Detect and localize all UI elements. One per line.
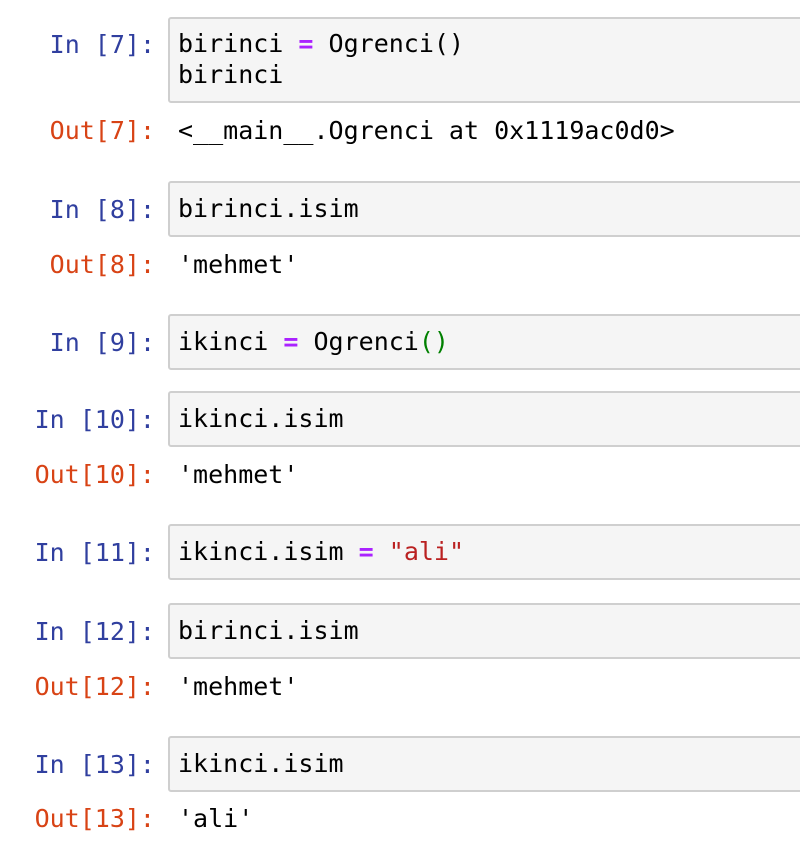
in-prompt: In [13]:	[34, 750, 155, 779]
in-prompt: In [12]:	[34, 617, 155, 646]
code-line: ikinci.isim	[178, 404, 344, 433]
code-line: birinci	[178, 60, 284, 89]
operator-token: =	[298, 29, 314, 58]
operator-token: =	[283, 327, 299, 356]
matched-parens: ()	[418, 327, 449, 356]
out-prompt: Out[10]:	[34, 460, 155, 489]
cell-output: <__main__.Ogrenci at 0x1119ac0d0>	[178, 116, 675, 145]
code-line: birinci.isim	[178, 194, 359, 223]
string-token: "ali"	[388, 537, 465, 566]
code-line: ikinci.isim = "ali"	[178, 537, 464, 567]
out-prompt: Out[12]:	[34, 672, 155, 701]
cell-output: 'ali'	[178, 804, 254, 833]
in-prompt: In [7]:	[49, 30, 155, 59]
code-token: ikinci	[178, 327, 269, 356]
cell-output: 'mehmet'	[178, 250, 299, 279]
in-prompt: In [9]:	[49, 328, 155, 357]
out-prompt: Out[8]:	[49, 250, 155, 279]
code-token: ikinci.isim	[178, 537, 344, 566]
code-line: birinci = Ogrenci()	[178, 29, 464, 59]
code-token: Ogrenci	[313, 327, 419, 356]
out-prompt: Out[13]:	[34, 804, 155, 833]
code-token: birinci	[178, 29, 284, 58]
code-token: Ogrenci()	[328, 29, 465, 58]
operator-token: =	[358, 537, 374, 566]
in-prompt: In [8]:	[49, 195, 155, 224]
code-line: birinci.isim	[178, 616, 359, 645]
in-prompt: In [11]:	[34, 538, 155, 567]
in-prompt: In [10]:	[34, 405, 155, 434]
code-line: ikinci = Ogrenci()	[178, 327, 449, 357]
code-line: ikinci.isim	[178, 749, 344, 778]
out-prompt: Out[7]:	[49, 116, 155, 145]
cell-output: 'mehmet'	[178, 672, 299, 701]
cell-output: 'mehmet'	[178, 460, 299, 489]
